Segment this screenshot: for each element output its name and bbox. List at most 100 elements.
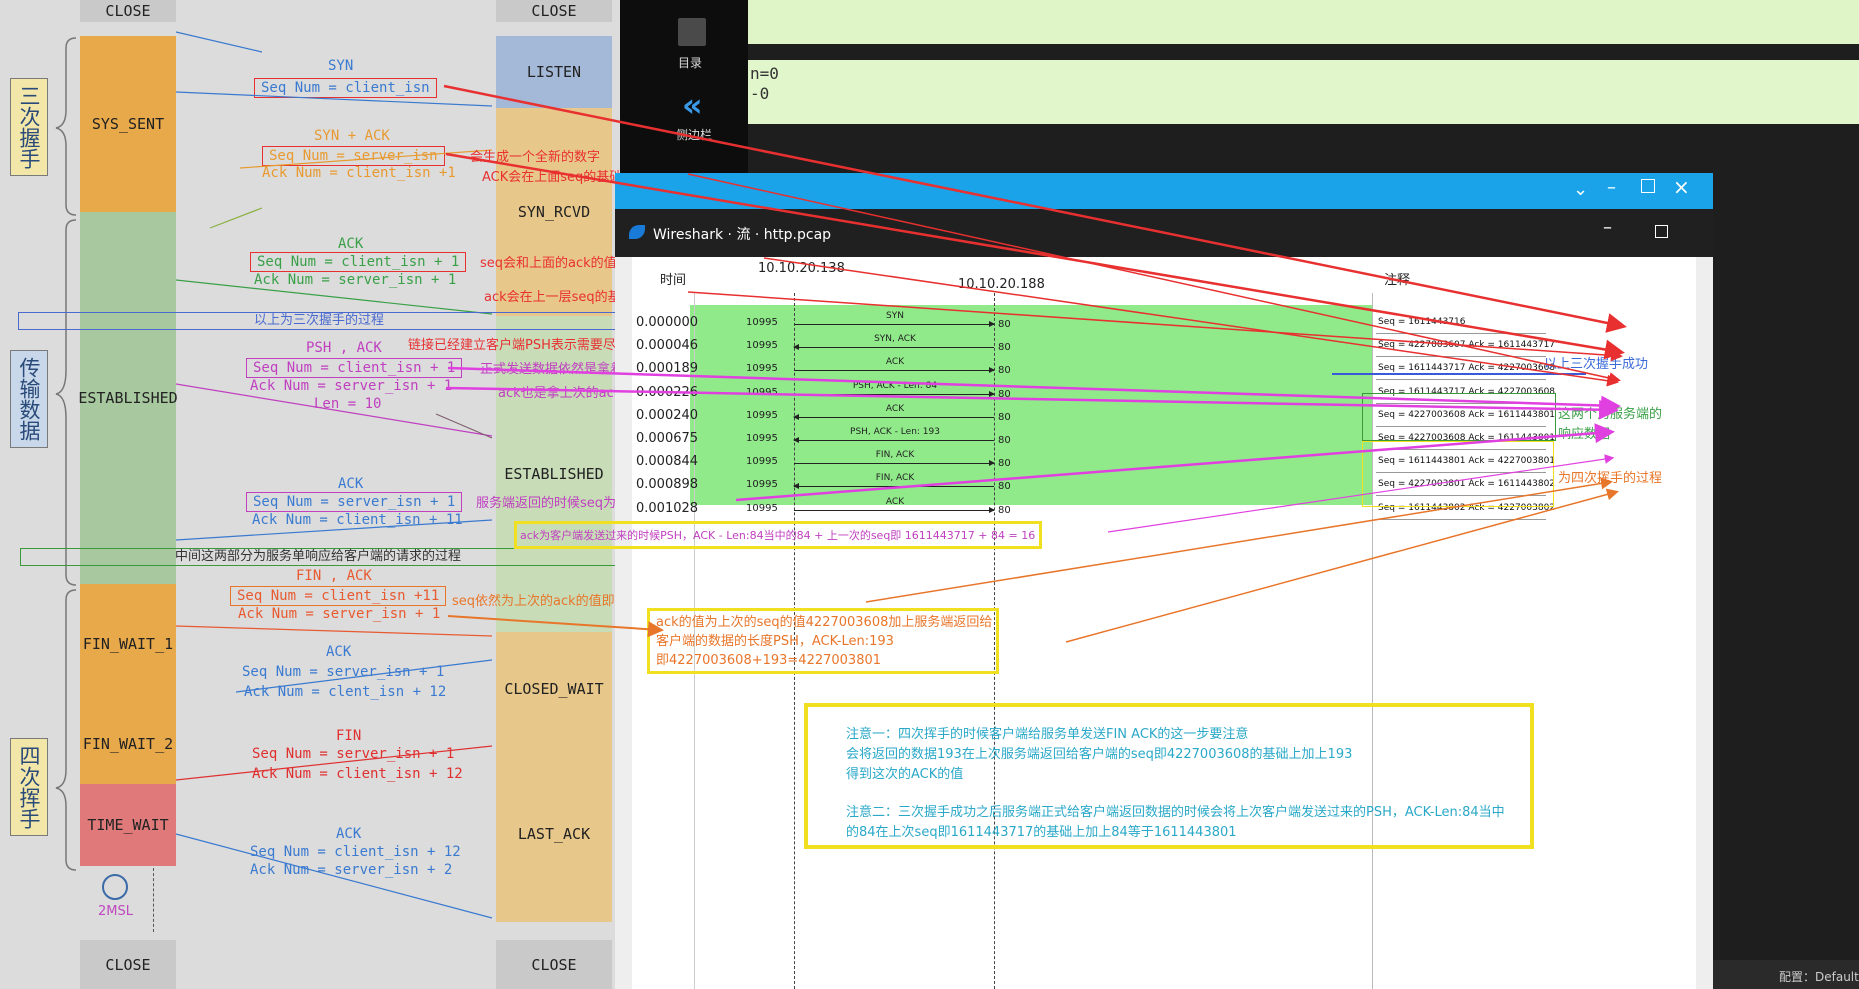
handshake-success-line	[1332, 373, 1586, 375]
flow-dst-port: 80	[998, 319, 1011, 330]
maximize-icon[interactable]	[1641, 179, 1655, 193]
note-ack-prev-seq: ack会在上一层seq的基础上+1	[484, 290, 620, 305]
flow-row[interactable]: 0.000000 10995 80 SYN Seq = 1611443716	[632, 311, 1696, 335]
flow-label: PSH, ACK - Len: 84	[852, 380, 938, 391]
flow-note: Seq = 4227003607 Ack = 1611443717	[1378, 340, 1556, 351]
note-server-seq: 服务端返回的时候seq为上次ack的值	[476, 496, 620, 511]
tcp-state-diagram: CLOSE SYS_SENT ESTABLISHED FIN_WAIT_1 FI…	[0, 0, 620, 989]
flow-src-port: 10995	[746, 479, 778, 491]
flow-label: SYN, ACK	[874, 334, 916, 345]
len193-line-2: 客户端的数据的长度PSH，ACK-Len:193	[656, 634, 894, 649]
minimize-icon[interactable]: –	[1607, 177, 1616, 198]
flow-src-port: 10995	[746, 386, 778, 398]
handshake-success-note: 以上三次握手成功	[1544, 357, 1649, 372]
inner-maximize-icon[interactable]	[1655, 225, 1668, 238]
note-ack-prev: ack也是拿上次的ack的值	[498, 386, 620, 401]
summary-line-4: 注意二：三次握手成功之后服务端正式给客户端返回数据的时候会将上次客户端发送过来的…	[846, 805, 1505, 820]
close-icon[interactable]: ×	[1673, 175, 1690, 199]
summary-line-5: 的84在上次seq即1611443717的基础上加上84等于1611443801	[846, 825, 1237, 840]
flow-label: PSH, ACK - Len: 193	[850, 427, 940, 437]
toc-label[interactable]: 目录	[678, 54, 702, 71]
flow-graph: 时间 10.10.20.138 10.10.20.188 注释 0.000000…	[514, 257, 1696, 989]
flow-arrow-head	[989, 367, 995, 374]
flow-label: ACK	[885, 357, 905, 368]
sidebar-label[interactable]: 侧边栏	[676, 126, 712, 143]
flow-dst-port: 80	[998, 388, 1011, 400]
flow-src-port: 10995	[746, 433, 778, 444]
summary-line-2: 会将返回的数据193在上次服务端返回给客户端的seq即4227003608的基础…	[846, 747, 1353, 762]
flow-time: 0.000844	[636, 454, 699, 470]
flow-dst-port: 80	[998, 435, 1011, 446]
flow-label: SYN	[886, 311, 904, 321]
flow-time: 0.000240	[636, 407, 699, 423]
flow-dst-port: 80	[998, 342, 1011, 354]
note-ack-plus-one: ACK会在上面seq的基础上+1	[482, 170, 620, 185]
flow-dst-port: 80	[998, 481, 1011, 493]
flow-src-port: 10995	[746, 456, 778, 468]
flow-arrow	[794, 367, 995, 374]
flow-window-titlebar: Wireshark · 流 · http.pcap –	[615, 209, 1713, 257]
flow-src-port: 10995	[746, 340, 778, 352]
flow-arrow	[794, 390, 995, 397]
flow-label: FIN, ACK	[875, 450, 915, 461]
flow-arrow-head	[989, 321, 995, 327]
summary-box: 注意一：四次挥手的时候客户端给服务单发送FIN ACK的这一步要注意 会将返回的…	[804, 703, 1534, 849]
col-time-header: 时间	[660, 273, 687, 288]
flow-src-port: 10995	[746, 363, 778, 375]
flow-label: ACK	[885, 403, 905, 414]
flow-src-port: 10995	[746, 409, 778, 421]
flow-arrow-head	[989, 390, 995, 397]
flow-note-underline	[1376, 379, 1546, 381]
flow-dst-port: 80	[998, 458, 1011, 470]
flow-arrow-head	[793, 483, 799, 490]
response-note-1: 这两个为服务端的	[1558, 407, 1663, 422]
ide-status-bar: 配置：Default	[1713, 960, 1859, 989]
flow-arrow-head	[989, 460, 995, 467]
flow-dst-port: 80	[998, 365, 1011, 377]
flow-time: 0.000226	[636, 384, 699, 400]
len193-line-1: ack的值为上次的seq的值4227003608加上服务端返回给	[656, 615, 993, 630]
flow-time: 0.000898	[636, 477, 699, 493]
handshake-summary-bar: 以上为三次握手的过程	[18, 312, 620, 330]
psh-ack-calc-note: ack为客户端发送过来的时候PSH，ACK - Len:84当中的84 + 上一…	[520, 529, 1036, 542]
ide-top-band	[748, 0, 1859, 44]
window-titlebar: ⌄ – ×	[615, 173, 1713, 209]
collapse-sidebar-icon[interactable]: «	[682, 86, 703, 124]
flow-label: FIN, ACK	[875, 473, 915, 484]
summary-line-1: 注意一：四次挥手的时候客户端给服务单发送FIN ACK的这一步要注意	[846, 727, 1249, 742]
flow-row[interactable]: 0.000189 10995 80 ACK Seq = 1611443717 Ack =…	[632, 357, 1696, 381]
inner-minimize-icon[interactable]: –	[1603, 217, 1612, 238]
toc-icon[interactable]	[678, 18, 706, 46]
transfer-summary-bar: 中间这两部分为服务单响应给客户端的请求的过程	[20, 548, 616, 566]
response-note-2: 响应数据	[1558, 427, 1611, 442]
note-data-seq: 正式发送数据依然是拿着初次seq+1	[480, 362, 620, 377]
flow-note-underline	[1376, 333, 1546, 334]
note-seq-unchanged: seq会和上面的ack的值保持不变也就是初始的seq+1	[480, 256, 620, 271]
flow-arrow	[793, 344, 994, 351]
flow-src-port: 10995	[746, 502, 778, 514]
status-config: 配置：Default	[1779, 970, 1859, 984]
summary-line-3: 得到这次的ACK的值	[846, 767, 964, 782]
flow-arrow	[793, 483, 994, 490]
flow-arrow	[793, 413, 994, 420]
teardown-box	[1362, 441, 1554, 507]
flow-arrow	[794, 321, 995, 327]
flow-window-title: Wireshark · 流 · http.pcap	[653, 227, 832, 243]
flow-arrow	[794, 460, 995, 467]
note-fin-seq: seq依然为上次的ack的值即加了84之后的1611443801的值	[452, 594, 620, 609]
flow-arrow-head	[793, 344, 799, 351]
wireshark-fin-icon	[629, 225, 645, 239]
flow-note-underline	[1376, 356, 1546, 358]
flow-time: 0.001028	[636, 500, 699, 516]
flow-dst-port: 80	[998, 504, 1011, 516]
note-psh-connection: 链接已经建立客户端PSH表示需要尽快发送数据到服务端	[408, 338, 620, 353]
flow-label: ACK	[885, 496, 905, 507]
chevron-down-icon[interactable]: ⌄	[1573, 179, 1588, 200]
flow-note-underline	[1376, 518, 1546, 520]
ide-code-area: n=0 -0	[748, 60, 1859, 124]
flow-row[interactable]: 0.000046 10995 80 SYN, ACK Seq = 4227003607 …	[632, 334, 1696, 358]
flow-time: 0.000189	[636, 361, 699, 377]
flow-note: Seq = 1611443716	[1378, 317, 1466, 327]
flow-arrow-head	[793, 413, 799, 420]
flow-dst-port: 80	[998, 411, 1011, 423]
